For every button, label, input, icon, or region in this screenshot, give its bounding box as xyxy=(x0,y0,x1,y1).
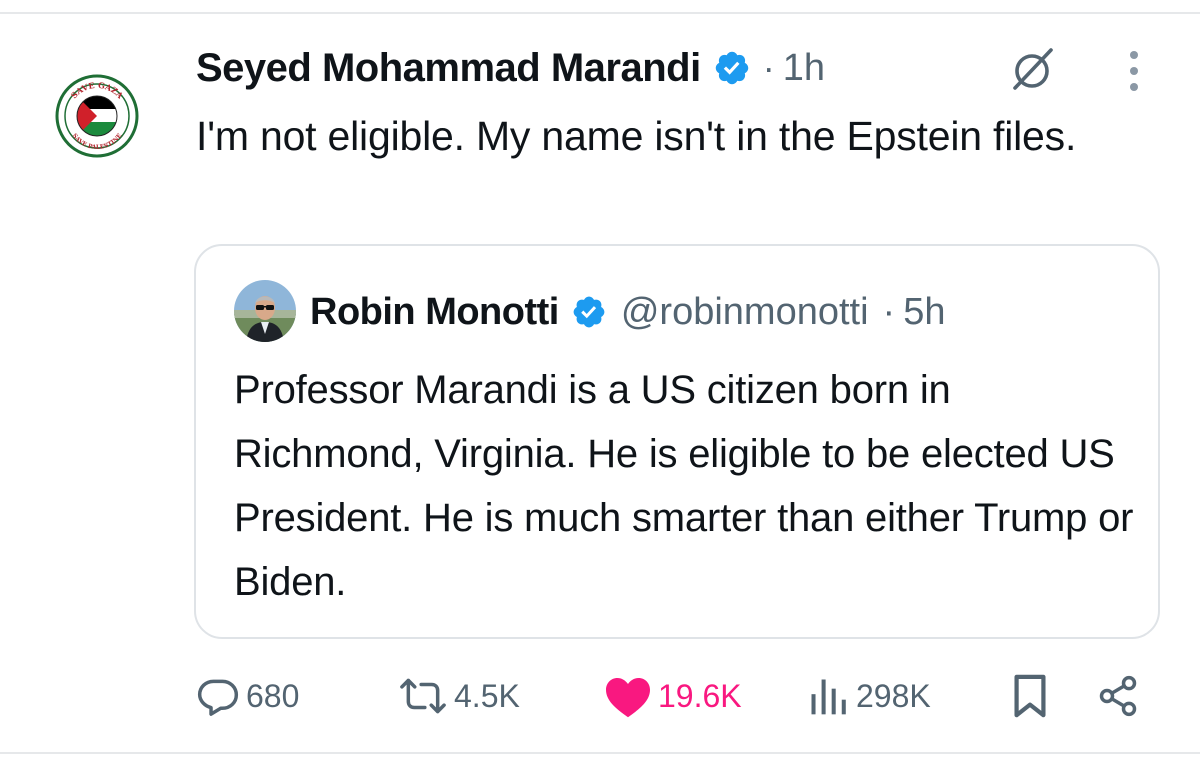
separator-dot: · xyxy=(882,290,896,333)
quote-text: Professor Marandi is a US citizen born i… xyxy=(234,368,1134,604)
separator-dot: · xyxy=(762,47,775,88)
bookmark-button[interactable] xyxy=(1010,666,1050,726)
quote-author-handle[interactable]: @robinmonotti xyxy=(621,291,869,334)
reply-count: 680 xyxy=(246,677,300,714)
repost-icon xyxy=(400,678,446,714)
grok-icon[interactable] xyxy=(1008,44,1058,94)
views-button[interactable]: 298K xyxy=(806,666,931,726)
bookmark-icon xyxy=(1014,674,1046,718)
share-button[interactable] xyxy=(1096,666,1140,726)
quote-author-name[interactable]: Robin Monotti xyxy=(310,291,559,334)
like-count: 19.6K xyxy=(658,677,742,714)
top-divider xyxy=(0,12,1200,14)
views-icon xyxy=(811,679,846,715)
tweet-text: I'm not eligible. My name isn't in the E… xyxy=(196,113,1077,159)
action-bar: 680 4.5K 19.6K 298K xyxy=(0,666,1200,726)
more-options-icon[interactable] xyxy=(1124,48,1144,94)
reply-button[interactable]: 680 xyxy=(196,666,299,726)
quoted-tweet[interactable]: Robin Monotti @robinmonotti · 5h Profess… xyxy=(194,244,1160,639)
repost-count: 4.5K xyxy=(454,677,520,714)
author-name[interactable]: Seyed Mohammad Marandi xyxy=(196,46,701,91)
author-avatar[interactable]: SAVE GAZA SAVE PALESTINE xyxy=(55,74,139,158)
tweet-time[interactable]: 1h xyxy=(783,47,825,90)
heart-icon xyxy=(606,678,650,718)
reply-icon xyxy=(197,679,239,716)
verified-badge-icon xyxy=(573,296,605,328)
share-icon xyxy=(1099,675,1137,717)
quote-time[interactable]: 5h xyxy=(903,291,945,334)
repost-button[interactable]: 4.5K xyxy=(398,666,520,726)
tweet-header: Seyed Mohammad Marandi · 1h xyxy=(196,40,825,96)
like-button[interactable]: 19.6K xyxy=(604,666,742,726)
bottom-divider xyxy=(0,752,1200,754)
views-count: 298K xyxy=(856,677,931,714)
quote-header: Robin Monotti @robinmonotti · 5h xyxy=(310,282,945,342)
quote-author-avatar[interactable] xyxy=(234,280,296,342)
verified-badge-icon xyxy=(715,51,748,85)
